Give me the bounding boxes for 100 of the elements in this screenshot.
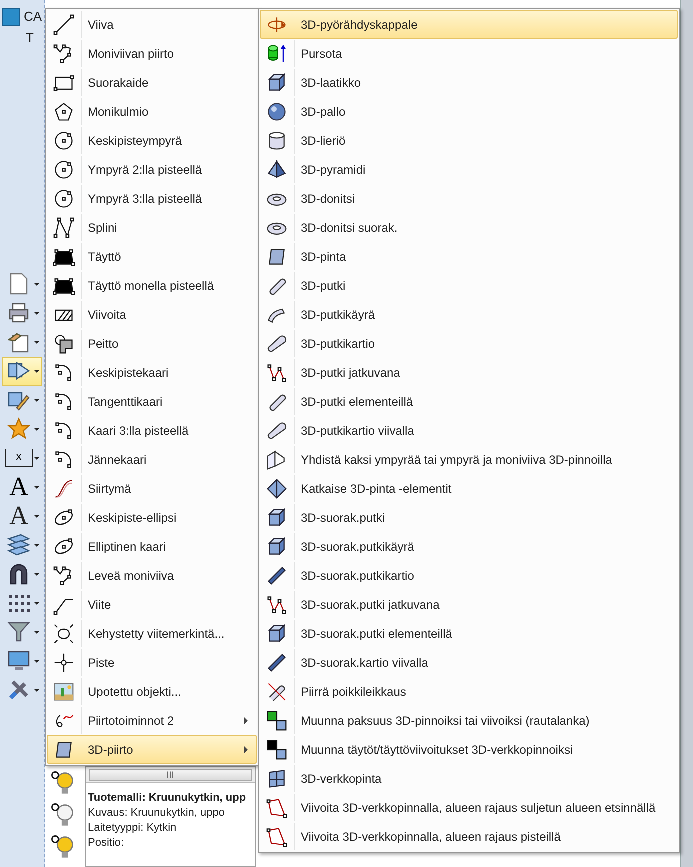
menu-item[interactable]: Monikulmio [47,97,257,126]
menu-item[interactable]: Keskipistekaari [47,358,257,387]
caret-icon [34,456,40,460]
menu-item[interactable]: 3D-suorak.kartio viivalla [260,648,678,677]
menu-item[interactable]: Elliptinen kaari [47,532,257,561]
info-line: Tuotemalli: Kruunukytkin, upp [87,791,248,806]
info-line: Laitetyyppi: Kytkin [87,821,178,836]
menu-item[interactable]: Piirrä poikkileikkaus [260,677,678,706]
menu-item[interactable]: Suorakaide [47,68,257,97]
menu-item[interactable]: 3D-putkikäyrä [260,300,678,329]
caret-icon [34,660,40,662]
menu-item[interactable]: 3D-putkikartio viivalla [260,416,678,445]
spline-icon [53,216,75,238]
menu-item[interactable]: 3D-suorak.putkikartio [260,561,678,590]
menu-item[interactable]: Keskipiste-ellipsi [47,503,257,532]
light-bulb-icon [50,770,76,796]
funnel-icon [5,620,33,644]
caret-icon [34,282,40,286]
cube-icon [266,506,288,528]
toolbar-button[interactable]: A [2,472,42,502]
wedge-icon [266,652,288,674]
menu-item[interactable]: Yhdistä kaksi ympyrää tai ympyrä ja moniviiva 3D-pinnoilla [260,445,678,474]
caret-icon [34,486,40,488]
menu-item[interactable]: 3D-pyörähdyskappale [260,10,678,39]
path-icon [266,362,288,384]
menu-item[interactable]: Piste [47,648,257,677]
menu-item[interactable]: Katkaise 3D-pinta -elementit [260,474,678,503]
toolbar-button[interactable]: A [2,502,42,530]
light-bulb-icon [50,834,76,860]
scroll-thumb[interactable]: III [89,768,252,780]
info-line: Kuvaus: Kruunukytkin, uppo [87,806,226,821]
point-icon [53,652,75,674]
mesh-icon [266,768,288,790]
info-line: Positio: [87,836,126,851]
menu-item[interactable]: Viivoita 3D-verkkopinnalla, alueen rajaus pisteillä [260,822,678,851]
menu-item[interactable]: Peitto [47,329,257,358]
menu-item[interactable]: 3D-pallo [260,97,678,126]
menu-item[interactable]: 3D-verkkopinta [260,764,678,793]
image-icon [53,680,75,702]
cube-icon [266,72,288,94]
pyramid-icon [266,158,288,180]
menu-item[interactable]: Kaari 3:lla pisteellä [47,416,257,445]
menu-item[interactable]: 3D-suorak.putki elementeillä [260,619,678,648]
caret-icon [34,688,40,692]
menu-item[interactable]: Kehystetty viitemerkintä... [47,619,257,648]
app-logo [2,8,20,26]
menu-item[interactable]: Moniviivan piirto [47,39,257,68]
menu-item[interactable]: 3D-pyramidi [260,155,678,184]
menu-item[interactable]: Muunna täytöt/täyttöviivoitukset 3D-verkkopinnoiksi [260,735,678,764]
menu-item[interactable]: 3D-piirto [47,735,257,764]
menu-item[interactable]: Ympyrä 3:lla pisteellä [47,184,257,213]
curve-icon [53,478,75,500]
sphere-icon [266,100,288,122]
star-icon [5,417,33,441]
caret-icon [34,370,40,372]
menu-item[interactable]: Muunna paksuus 3D-pinnoiksi tai viivoiksi (rautalanka) [260,706,678,735]
menu-item[interactable]: Täyttö monella pisteellä [47,271,257,300]
menu-item[interactable]: 3D-putki elementeillä [260,387,678,416]
menu-item[interactable]: 3D-donitsi [260,184,678,213]
menu-item[interactable]: Upotettu objekti... [47,677,257,706]
menu-item[interactable]: 3D-pinta [260,242,678,271]
section-icon [266,680,288,702]
menu-item[interactable]: 3D-putkikartio [260,329,678,358]
mask-icon [53,332,75,354]
menu-item[interactable]: 3D-donitsi suorak. [260,213,678,242]
menu-item[interactable]: Piirtotoiminnot 2 [47,706,257,735]
menu-item[interactable]: 3D-laatikko [260,68,678,97]
menu-item[interactable]: 3D-putki [260,271,678,300]
menu-item[interactable]: Siirtymä [47,474,257,503]
cube-icon [266,536,288,558]
window-title: CA [24,8,42,26]
menu-item[interactable]: Tangenttikaari [47,387,257,416]
menu-item[interactable]: 3D-putki jatkuvana [260,358,678,387]
caret-icon [34,340,40,344]
menu-item[interactable]: Viite [47,590,257,619]
path-icon [266,594,288,616]
menu-item[interactable]: 3D-suorak.putkikäyrä [260,532,678,561]
menu-item[interactable]: Viiva [47,10,257,39]
menu-item[interactable]: Keskipisteympyrä [47,126,257,155]
menu-item[interactable]: Splini [47,213,257,242]
menu-item[interactable]: 3D-lieriö [260,126,678,155]
caret-icon [34,514,40,518]
cylinder-icon [266,130,288,152]
toolbar-button[interactable]: x [2,444,42,472]
menu-item[interactable]: Leveä moniviiva [47,561,257,590]
menu-item[interactable]: Viivoita [47,300,257,329]
convert-icon [266,710,288,732]
caret-icon [34,630,40,634]
menu-item[interactable]: Ympyrä 2:lla pisteellä [47,155,257,184]
menu-item[interactable]: Täyttö [47,242,257,271]
menu-item[interactable]: T [26,28,34,48]
caret-icon [34,398,40,402]
circle-icon [53,158,75,180]
menu-item[interactable]: Jännekaari [47,445,257,474]
menu-item[interactable]: Viivoita 3D-verkkopinnalla, alueen rajaus suljetun alueen etsinnällä [260,793,678,822]
menu-item[interactable]: 3D-suorak.putki [260,503,678,532]
menu-item[interactable]: Pursota [260,39,678,68]
menu-item[interactable]: 3D-suorak.putki jatkuvana [260,590,678,619]
toolbar-button[interactable] [2,356,42,386]
hatch-icon [266,796,288,818]
